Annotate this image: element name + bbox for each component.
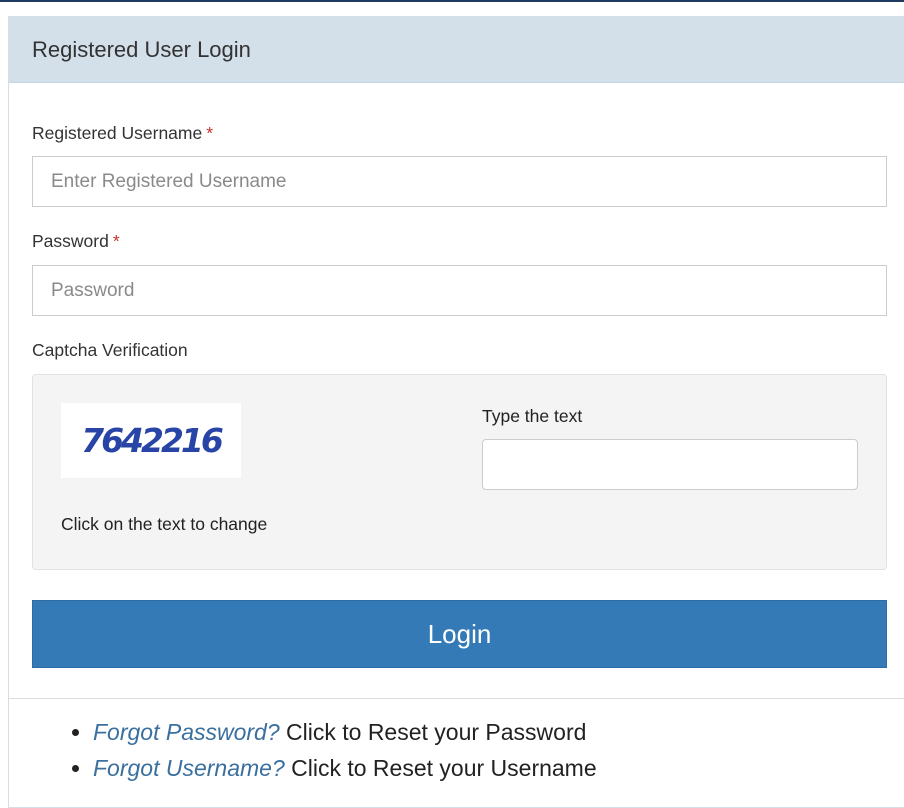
panel-heading: Registered User Login [9, 17, 904, 83]
captcha-text: 7642216 [81, 421, 223, 460]
captcha-graphic: 7642216 [81, 421, 226, 460]
panel-title: Registered User Login [32, 36, 251, 62]
captcha-input[interactable] [482, 439, 858, 490]
captcha-box: 7642216 Click on the text to change Type… [32, 374, 887, 570]
password-label-text: Password [32, 231, 109, 251]
help-links: Forgot Password? Click to Reset your Pas… [49, 714, 597, 786]
captcha-type-label: Type the text [482, 406, 583, 426]
username-input[interactable] [32, 156, 887, 207]
list-item: Forgot Username? Click to Reset your Use… [93, 750, 597, 786]
divider [9, 698, 904, 699]
username-required-mark: * [206, 123, 214, 143]
captcha-section-label: Captcha Verification [32, 340, 188, 360]
forgot-password-link[interactable]: Forgot Password? [93, 719, 280, 745]
top-border [0, 0, 904, 2]
captcha-image[interactable]: 7642216 [61, 403, 241, 478]
username-label: Registered Username * [32, 123, 213, 144]
captcha-change-hint: Click on the text to change [61, 514, 268, 534]
password-input[interactable] [32, 265, 887, 316]
username-label-text: Registered Username [32, 123, 203, 143]
forgot-username-link[interactable]: Forgot Username? [93, 755, 285, 781]
login-panel: Registered User Login Registered Usernam… [8, 16, 904, 808]
list-item: Forgot Password? Click to Reset your Pas… [93, 714, 597, 750]
login-button[interactable]: Login [32, 600, 887, 668]
password-label: Password * [32, 231, 120, 252]
password-required-mark: * [112, 231, 120, 251]
forgot-username-description: Click to Reset your Username [284, 755, 597, 781]
forgot-password-description: Click to Reset your Password [279, 719, 587, 745]
